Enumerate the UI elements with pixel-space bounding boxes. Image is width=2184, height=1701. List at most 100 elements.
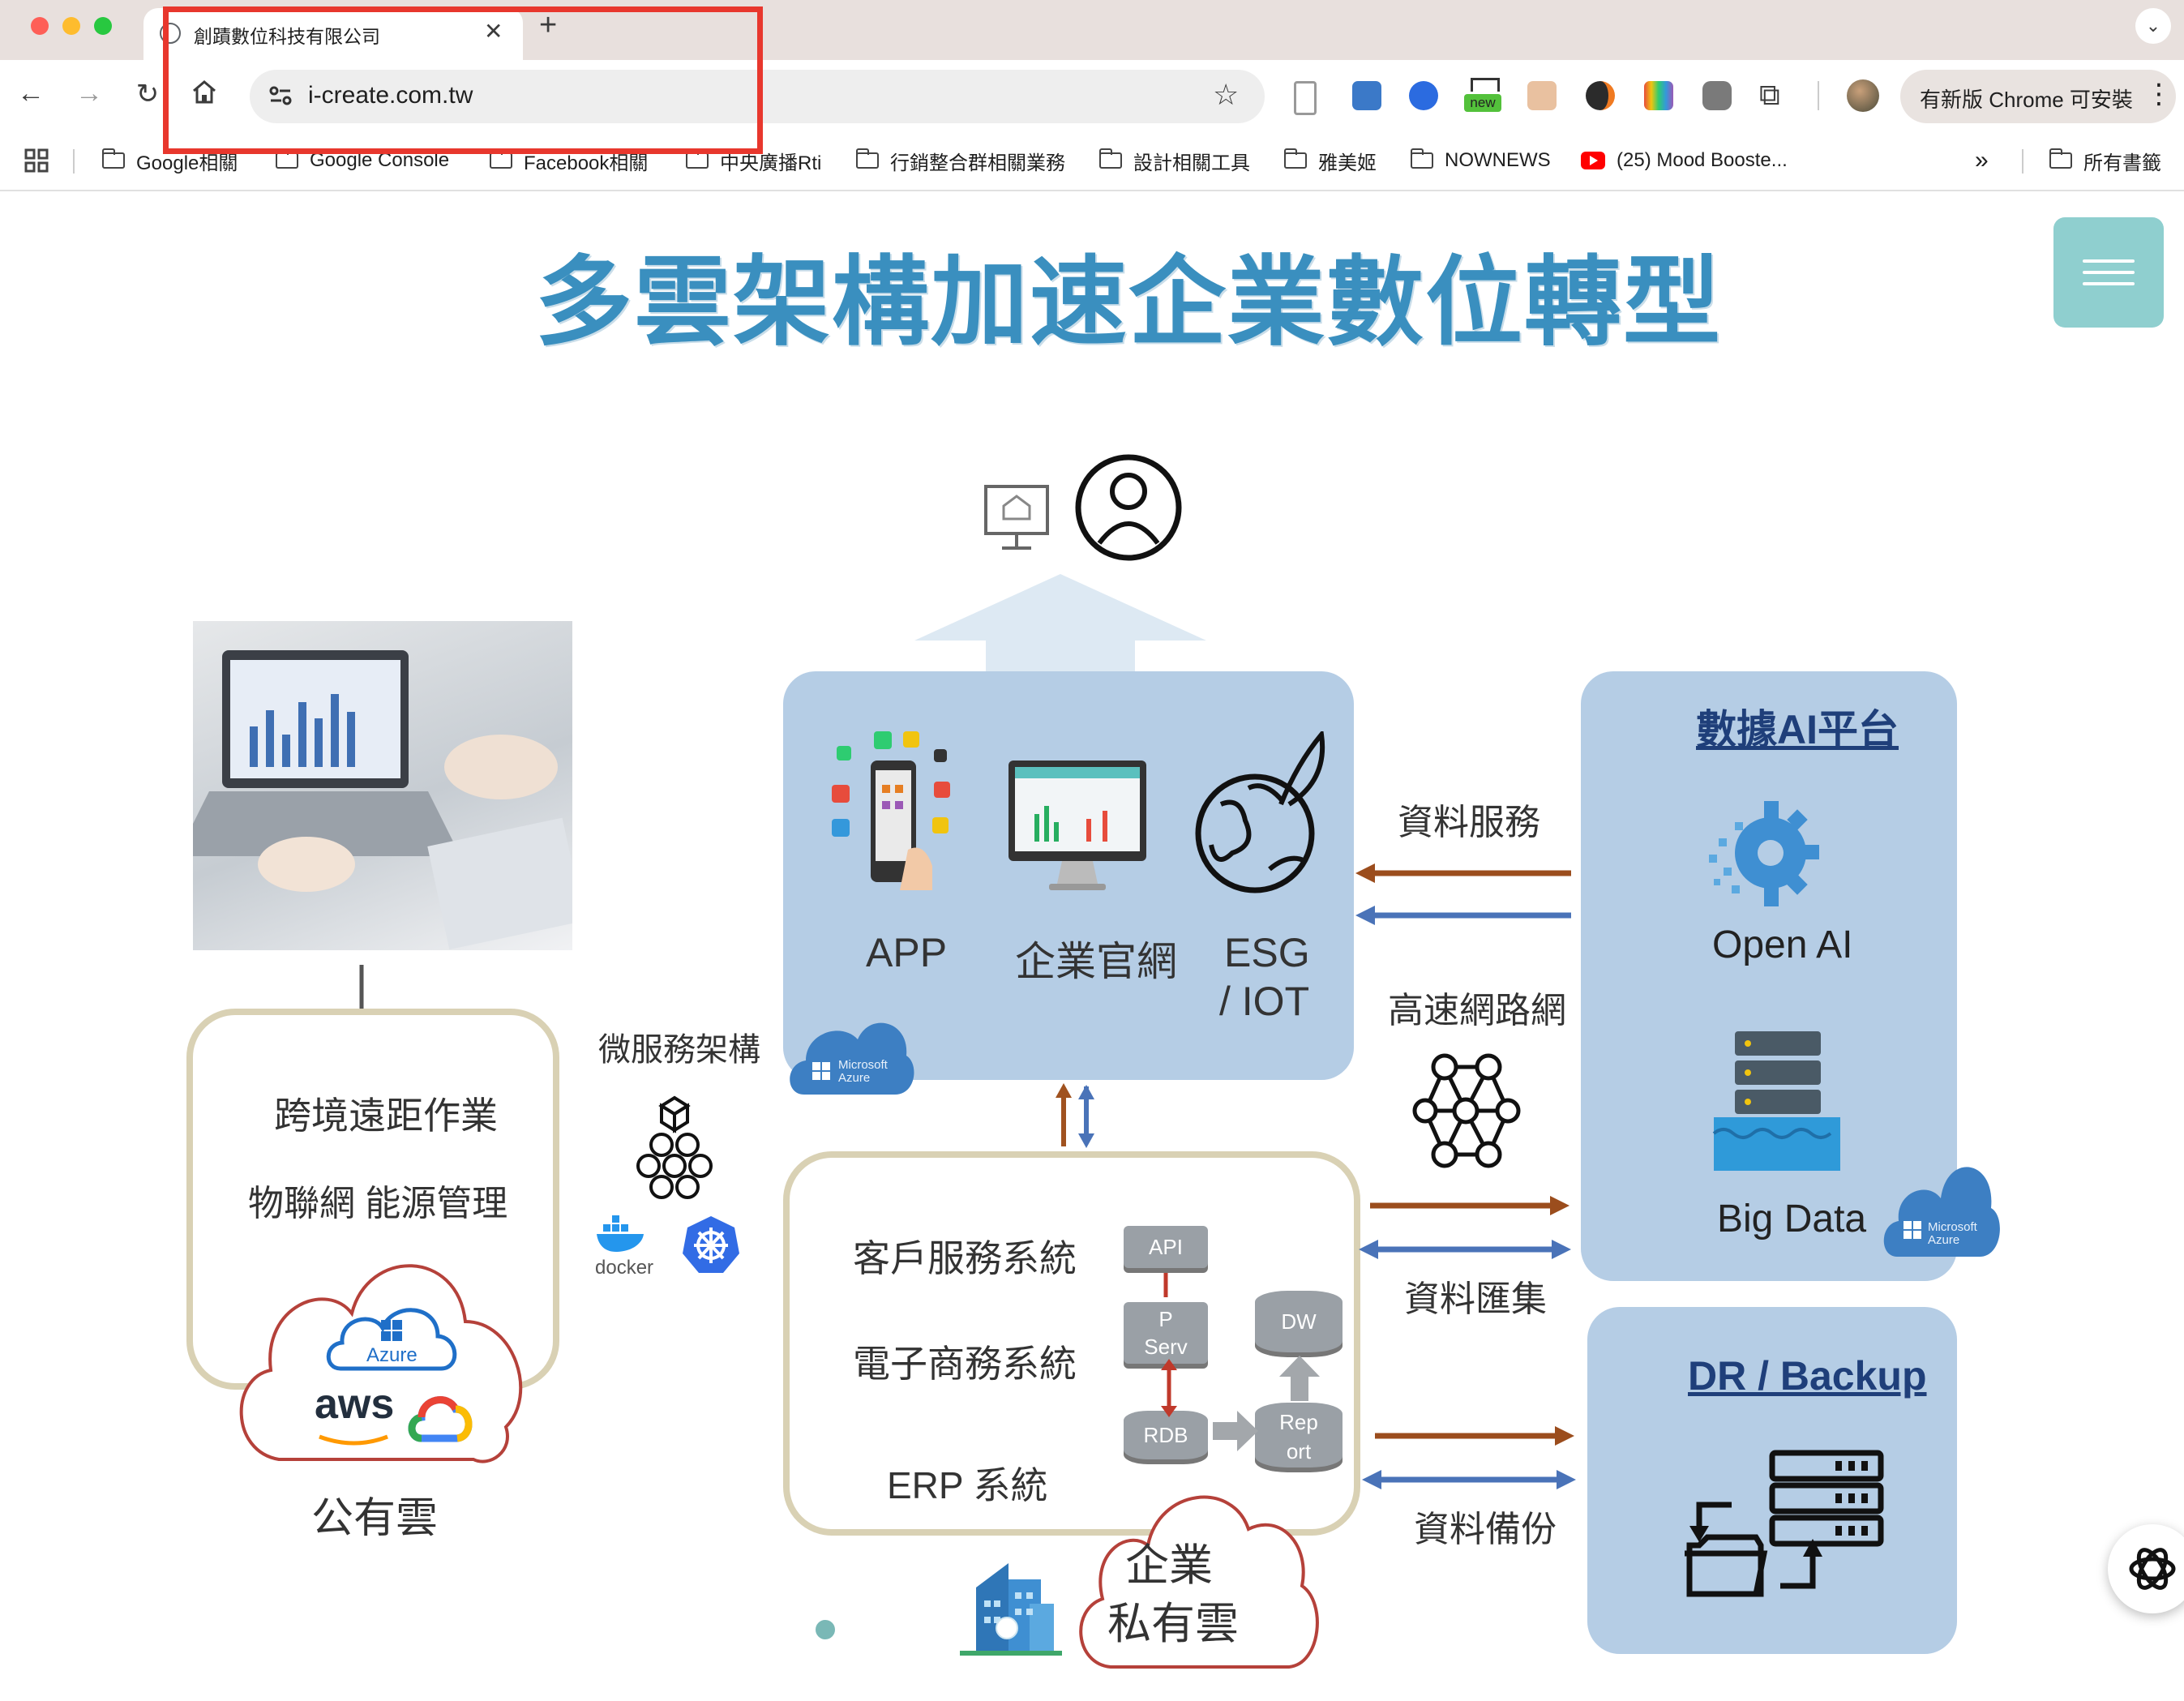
private-cloud-label-1: 企業 bbox=[1125, 1541, 1213, 1590]
azure-label: Azure bbox=[366, 1344, 418, 1366]
aws-smile-icon bbox=[318, 1433, 391, 1446]
remote-work-label: 跨境遠距作業 bbox=[274, 1095, 498, 1137]
all-bookmarks-folder[interactable]: 所有書籤 bbox=[2049, 144, 2161, 177]
report-block: Rep ort bbox=[1255, 1403, 1343, 1467]
kubernetes-icon bbox=[681, 1215, 741, 1275]
internal-arrows-icon bbox=[1150, 1271, 1198, 1425]
folder-icon bbox=[102, 148, 125, 169]
new-extension-icon[interactable]: new bbox=[1464, 78, 1501, 112]
more-bookmarks-button[interactable]: » bbox=[1975, 144, 1989, 177]
bookmark-link[interactable]: (25) Mood Booste... bbox=[1581, 144, 1788, 177]
private-cloud-label-2: 私有雲 bbox=[1107, 1600, 1239, 1648]
minimize-window-button[interactable] bbox=[62, 17, 80, 35]
big-data-server-icon bbox=[1711, 1028, 1844, 1174]
right-arrow-brown bbox=[1370, 1193, 1569, 1218]
iot-energy-label: 物聯網 能源管理 bbox=[248, 1184, 508, 1223]
tab-search-button[interactable]: ⌄ bbox=[2135, 8, 2171, 44]
dr-backup-title: DR / Backup bbox=[1688, 1353, 1927, 1399]
toolbar-divider bbox=[1818, 81, 1819, 110]
desktop-monitor-icon bbox=[1005, 757, 1150, 900]
forward-button[interactable]: → bbox=[71, 78, 107, 109]
public-cloud-label: 公有雲 bbox=[311, 1495, 439, 1542]
right-arrow-brown-2 bbox=[1375, 1424, 1574, 1448]
left-arrow-blue bbox=[1355, 903, 1574, 928]
menu-line bbox=[2083, 282, 2135, 285]
azure-badge-label: Microsoft Azure bbox=[1928, 1220, 1977, 1247]
docker-label: docker bbox=[595, 1257, 654, 1279]
cubes-icon bbox=[632, 1095, 717, 1203]
user-icon bbox=[1073, 439, 1184, 576]
carousel-dot[interactable] bbox=[816, 1620, 835, 1639]
tag-extension-icon[interactable] bbox=[1409, 81, 1438, 110]
apps-grid-icon[interactable] bbox=[24, 144, 49, 177]
menu-line bbox=[2083, 259, 2135, 263]
folder-icon bbox=[276, 148, 298, 169]
mobile-apps-icon bbox=[819, 728, 957, 890]
ai-gear-icon bbox=[1702, 790, 1822, 915]
double-arrow-blue bbox=[1359, 1237, 1571, 1262]
big-data-label: Big Data bbox=[1717, 1198, 1867, 1240]
esg-label-line1: ESG bbox=[1224, 930, 1310, 975]
close-window-button[interactable] bbox=[31, 17, 49, 35]
extensions-puzzle-icon[interactable]: ⧉ bbox=[1759, 78, 1780, 113]
color-extension-icon[interactable] bbox=[1644, 81, 1673, 110]
carousel-dot[interactable] bbox=[996, 1617, 1018, 1639]
chrome-update-button[interactable]: 有新版 Chrome 可安裝 ⋮ bbox=[1900, 70, 2176, 123]
bookmarks-divider bbox=[2022, 149, 2023, 174]
google-cloud-icon bbox=[407, 1390, 473, 1445]
microservices-label: 微服務架構 bbox=[598, 1032, 760, 1068]
bookmark-label: 設計相關工具 bbox=[1133, 152, 1250, 174]
bookmark-star-icon[interactable]: ☆ bbox=[1213, 78, 1239, 112]
ai-platform-title: 數據AI平台 bbox=[1696, 707, 1899, 752]
highlight-annotation-box bbox=[163, 6, 763, 154]
bookmark-folder[interactable]: 行銷整合群相關業務 bbox=[856, 144, 1065, 177]
neural-network-icon bbox=[1412, 1049, 1521, 1176]
double-arrow-blue-2 bbox=[1362, 1467, 1576, 1492]
menu-line bbox=[2083, 271, 2135, 274]
bookmark-folder[interactable]: NOWNEWS bbox=[1411, 144, 1551, 177]
laptop-photo bbox=[177, 621, 585, 950]
hamburger-menu-button[interactable] bbox=[2053, 217, 2164, 328]
open-ai-label: Open AI bbox=[1712, 923, 1853, 966]
dw-block: DW bbox=[1255, 1291, 1343, 1352]
profile-avatar[interactable] bbox=[1847, 79, 1879, 112]
ecommerce-label: 電子商務系統 bbox=[853, 1343, 1077, 1385]
reload-button[interactable]: ↻ bbox=[130, 78, 165, 110]
customer-service-label: 客戶服務系統 bbox=[853, 1237, 1077, 1279]
backup-server-icon bbox=[1683, 1448, 1886, 1600]
sync-arrows-icon bbox=[1052, 1083, 1101, 1148]
azure-cloud-icon: Azure bbox=[324, 1296, 460, 1377]
globe-leaf-icon bbox=[1192, 728, 1330, 911]
website-label: 企業官網 bbox=[1015, 939, 1177, 984]
update-label: 有新版 Chrome 可安裝 bbox=[1920, 88, 2133, 112]
screenshot-extension-icon[interactable] bbox=[1527, 81, 1557, 110]
back-button[interactable]: ← bbox=[13, 78, 49, 109]
s-extension-icon[interactable] bbox=[1352, 81, 1381, 110]
bookmark-label: NOWNEWS bbox=[1445, 149, 1551, 171]
esg-label-line2: / IOT bbox=[1219, 979, 1310, 1024]
more-menu-icon[interactable]: ⋮ bbox=[2145, 78, 2173, 110]
openai-icon bbox=[2129, 1548, 2176, 1590]
bookmark-label: (25) Mood Booste... bbox=[1617, 149, 1788, 171]
network-label: 高速網路網 bbox=[1388, 991, 1566, 1030]
azure-badge-label: Microsoft Azure bbox=[838, 1058, 888, 1085]
data-collect-label: 資料匯集 bbox=[1404, 1279, 1547, 1319]
azure-cloud-badge: Microsoft Azure bbox=[785, 1010, 916, 1101]
flame-extension-icon[interactable] bbox=[1586, 81, 1615, 110]
page-title: 多雲架構加速企業數位轉型 bbox=[535, 248, 1722, 357]
report-label-2: ort bbox=[1286, 1439, 1312, 1463]
folder-icon bbox=[1099, 148, 1122, 169]
script-extension-icon[interactable] bbox=[1702, 81, 1732, 110]
zoom-window-button[interactable] bbox=[94, 17, 112, 35]
folder-icon bbox=[490, 148, 512, 169]
bookmark-folder[interactable]: 雅美姬 bbox=[1284, 144, 1377, 177]
bookmark-folder[interactable]: 設計相關工具 bbox=[1099, 144, 1250, 177]
chat-assistant-button[interactable] bbox=[2108, 1524, 2184, 1613]
folder-icon bbox=[1284, 148, 1307, 169]
aws-logo: aws bbox=[315, 1381, 395, 1428]
data-service-label: 資料服務 bbox=[1398, 803, 1540, 842]
report-label-1: Rep bbox=[1279, 1410, 1318, 1434]
folder-icon bbox=[1411, 148, 1433, 169]
mobile-extension-icon[interactable] bbox=[1294, 81, 1317, 115]
right-arrow-icon bbox=[1213, 1411, 1258, 1451]
